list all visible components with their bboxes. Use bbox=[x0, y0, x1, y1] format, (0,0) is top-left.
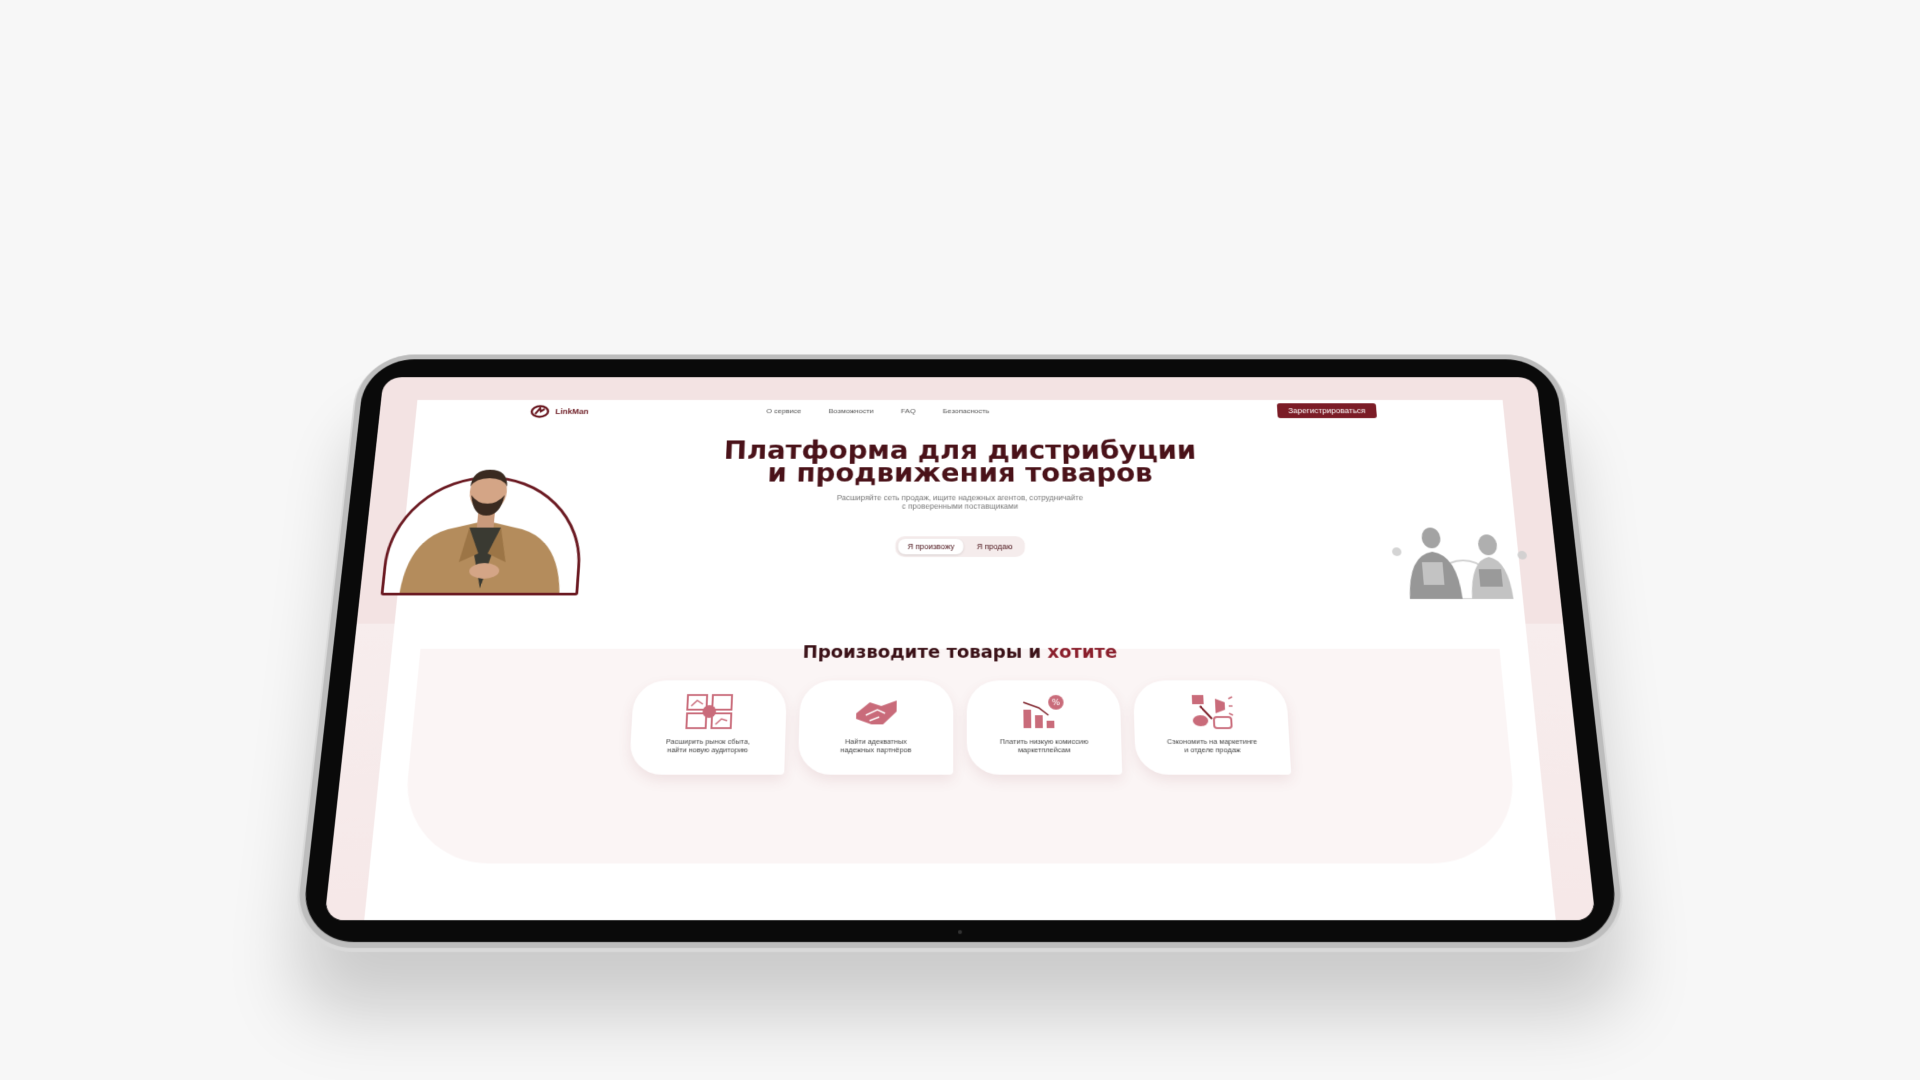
people-illustration bbox=[1391, 527, 1528, 599]
nav-link-about[interactable]: О сервисе bbox=[766, 407, 801, 414]
toggle-seller[interactable]: Я продаю bbox=[967, 539, 1022, 555]
section-title-accent: хотите bbox=[1047, 642, 1118, 663]
nav-link-features[interactable]: Возможности bbox=[829, 407, 874, 414]
benefit-card[interactable]: % Платить низкую комиссию маркетплейсам bbox=[966, 680, 1123, 775]
tablet-screen: LinkMan О сервисе Возможности FAQ Безопа… bbox=[324, 377, 1596, 921]
benefit-card-line2: и отделе продаж bbox=[1184, 745, 1241, 755]
benefit-card[interactable]: Расширить рынок сбыта, найти новую аудит… bbox=[628, 680, 788, 775]
tablet-device: LinkMan О сервисе Возможности FAQ Безопа… bbox=[300, 359, 1620, 942]
market-expansion-icon bbox=[684, 693, 734, 730]
nav-link-faq[interactable]: FAQ bbox=[901, 407, 916, 414]
benefit-card-line1: Сэкономить на маркетинге bbox=[1166, 737, 1258, 746]
logo-text: LinkMan bbox=[555, 407, 589, 416]
benefit-card-line1: Расширить рынок сбыта, bbox=[665, 737, 751, 746]
role-toggle: Я произвожу Я продаю bbox=[895, 536, 1025, 557]
section-title-main: Производите товары и bbox=[802, 642, 1048, 663]
logo[interactable]: LinkMan bbox=[529, 405, 589, 418]
camera-dot bbox=[958, 930, 962, 935]
benefit-card[interactable]: Найти адекватных надежных партнёров bbox=[797, 680, 954, 775]
low-commission-icon: % bbox=[1019, 695, 1064, 729]
benefit-card-text: Платить низкую комиссию маркетплейсам bbox=[974, 737, 1113, 754]
tablet-frame: LinkMan О сервисе Возможности FAQ Безопа… bbox=[300, 359, 1620, 942]
benefit-card-line2: найти новую аудиторию bbox=[666, 745, 749, 755]
benefit-card-line2: маркетплейсам bbox=[1017, 745, 1071, 755]
section-title: Производите товары и хотите bbox=[391, 643, 1530, 663]
benefit-card-line1: Платить низкую комиссию bbox=[999, 737, 1089, 746]
man-portrait-image bbox=[399, 469, 565, 593]
benefit-card-line1: Найти адекватных bbox=[844, 737, 907, 746]
toggle-producer[interactable]: Я произвожу bbox=[898, 538, 964, 555]
hero-portrait bbox=[380, 469, 587, 596]
benefit-card[interactable]: Сэкономить на маркетинге и отделе продаж bbox=[1132, 680, 1292, 775]
benefit-card-line2: надежных партнёров bbox=[840, 745, 912, 755]
benefit-card-text: Расширить рынок сбыта, найти новую аудит… bbox=[638, 737, 778, 754]
logo-icon bbox=[529, 405, 550, 418]
benefit-card-text: Найти адекватных надежных партнёров bbox=[806, 737, 945, 754]
marketing-savings-icon bbox=[1191, 693, 1236, 730]
background: LinkMan О сервисе Возможности FAQ Безопа… bbox=[0, 0, 1920, 1080]
top-nav: LinkMan О сервисе Возможности FAQ Безопа… bbox=[415, 400, 1505, 423]
nav-links: О сервисе Возможности FAQ Безопасность bbox=[766, 407, 989, 414]
nav-link-security[interactable]: Безопасность bbox=[943, 407, 989, 414]
handshake-icon bbox=[856, 700, 897, 725]
register-button[interactable]: Зарегистрироваться bbox=[1276, 403, 1377, 419]
benefit-cards: Расширить рынок сбыта, найти новую аудит… bbox=[628, 680, 1292, 775]
benefit-card-text: Сэкономить на маркетинге и отделе продаж bbox=[1142, 737, 1282, 754]
web-page: LinkMan О сервисе Возможности FAQ Безопа… bbox=[364, 399, 1556, 921]
svg-text:%: % bbox=[1052, 698, 1060, 707]
